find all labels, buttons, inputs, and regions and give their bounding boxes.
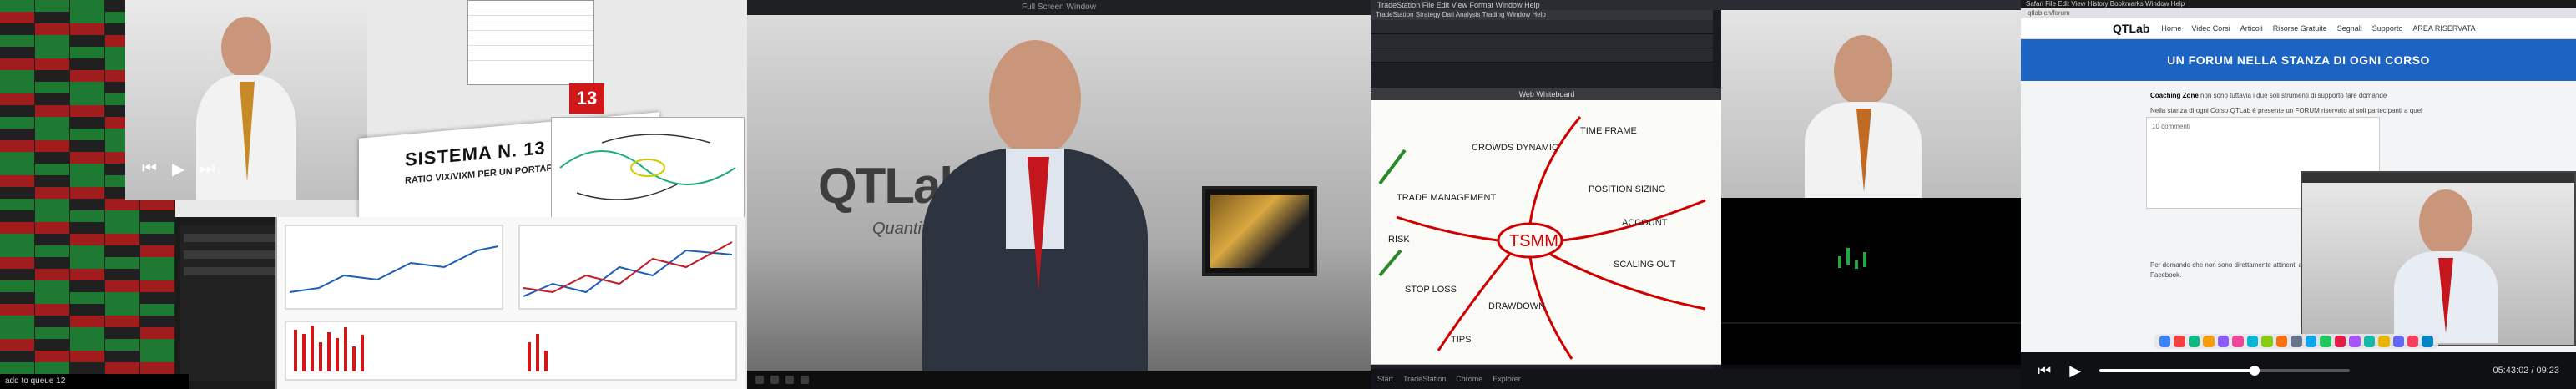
mini-window — [175, 217, 284, 389]
presenter-3-head — [1834, 35, 1892, 107]
branch-label: TIPS — [1451, 335, 1471, 345]
site-header: QTLab Home Video Corsi Articoli Risorse Gra… — [2021, 18, 2576, 39]
main-video-panel[interactable]: Full Screen Window QTLab Quantitative Tr… — [747, 0, 1371, 389]
dock-app-icon[interactable] — [2334, 336, 2346, 347]
dock-app-icon[interactable] — [2305, 336, 2317, 347]
mindmap-drawing: TSMM TIME FRAME CROWDS DYNAMIC TRADE MANAG… — [1378, 116, 1706, 360]
video-player-bar: ⏮ ▶ 05:43:02 / 09:23 — [2021, 352, 2576, 389]
trading-panel: TradeStation File Edit View Format Windo… — [1371, 0, 2021, 389]
taskbar-item[interactable]: Explorer — [1493, 369, 1521, 389]
pip-video[interactable] — [2301, 171, 2576, 346]
windows-taskbar: Start TradeStation Chrome Explorer — [1371, 369, 2021, 389]
taskbar-item[interactable]: Chrome — [1456, 369, 1482, 389]
studio-monitor — [1202, 186, 1317, 276]
center-node: TSMM — [1509, 232, 1558, 250]
whiteboard-title: Web Whiteboard — [1371, 88, 1722, 100]
presenter-head — [221, 17, 271, 78]
dock-app-icon[interactable] — [2291, 336, 2302, 347]
dock-app-icon[interactable] — [2407, 336, 2419, 347]
collage-panel: ⏮ ▶ ⏭ SISTEMA N. 13 RATIO VIX/VIXM PER U… — [0, 0, 747, 389]
studio-room: QTLab Quantitative Trading Lab — [747, 15, 1371, 374]
nav-link[interactable]: Supporto — [2372, 24, 2403, 33]
branch-label: STOP LOSS — [1405, 285, 1457, 295]
dock-app-icon[interactable] — [2378, 336, 2390, 347]
branch-label: TIME FRAME — [1580, 126, 1637, 136]
branch-label: POSITION SIZING — [1589, 184, 1665, 194]
spreadsheet-thumb — [467, 0, 594, 85]
toolbar-row-1 — [1371, 20, 1713, 34]
main-presenter-head — [989, 40, 1081, 157]
video-toolbar — [747, 371, 1371, 389]
volume-icon[interactable] — [770, 376, 779, 384]
timecode: 05:43:02 / 09:23 — [2493, 366, 2559, 376]
dock-app-icon[interactable] — [2275, 336, 2288, 347]
pip-presenter-tie — [2438, 258, 2453, 333]
mac-menubar: TradeStation File Edit View Format Windo… — [1371, 0, 2021, 10]
nav-link[interactable]: Risorse Gratuite — [2273, 24, 2327, 33]
branch-label: ACCOUNT — [1622, 218, 1668, 228]
right-column — [1721, 10, 2021, 369]
dock-app-icon[interactable] — [2320, 336, 2331, 347]
rewind-icon[interactable]: ⏮ — [142, 159, 157, 179]
dock-app-icon[interactable] — [2392, 336, 2404, 347]
branch-label: CROWDS DYNAMIC — [1472, 143, 1558, 153]
nav-link[interactable]: Articoli — [2240, 24, 2263, 33]
toolbar-row-3 — [1371, 48, 1713, 63]
dock-app-icon[interactable] — [2159, 336, 2171, 347]
nav-link[interactable]: Video Corsi — [2191, 24, 2230, 33]
taskbar-item[interactable]: Start — [1377, 369, 1393, 389]
dock-app-icon[interactable] — [2174, 336, 2185, 347]
mindmap-thumb — [551, 117, 745, 219]
dock-app-icon[interactable] — [2422, 336, 2433, 347]
branch-label: TRADE MANAGEMENT — [1397, 193, 1496, 203]
dock-app-icon[interactable] — [2349, 336, 2361, 347]
presenter-3-tie — [1856, 109, 1871, 192]
branch-label: DRAWDOWN — [1488, 301, 1545, 311]
mac-dock — [2154, 334, 2438, 349]
intro-bold: Coaching Zone — [2150, 92, 2199, 99]
taskbar-item[interactable]: TradeStation — [1403, 369, 1446, 389]
top-strip: Safari File Edit View History Bookmarks … — [2021, 0, 2576, 8]
settings-icon[interactable] — [785, 376, 794, 384]
comments-header: 10 commenti — [2152, 123, 2190, 130]
dock-app-icon[interactable] — [2188, 336, 2200, 347]
prev-icon[interactable]: ⏮ — [2038, 362, 2051, 380]
forward-icon[interactable]: ⏭ — [200, 159, 215, 179]
presenter-video-3[interactable] — [1721, 10, 2021, 202]
player-controls: ⏮ ▶ ⏭ — [125, 152, 384, 185]
dock-app-icon[interactable] — [2217, 336, 2230, 347]
mindmap-sketch — [559, 134, 736, 200]
branch-label: RISK — [1388, 235, 1410, 245]
dock-app-icon[interactable] — [2261, 336, 2273, 347]
nav-link[interactable]: Segnali — [2337, 24, 2362, 33]
main-presenter-tie — [1028, 157, 1049, 290]
dock-app-icon[interactable] — [2363, 336, 2376, 347]
whiteboard[interactable]: Web Whiteboard TSMM TIME FRAME CROWDS DYN… — [1371, 88, 1723, 365]
play-icon[interactable] — [755, 376, 764, 384]
play-icon[interactable]: ▶ — [172, 159, 184, 179]
website-panel: Safari File Edit View History Bookmarks … — [2021, 0, 2576, 389]
play-icon[interactable]: ▶ — [2069, 362, 2081, 380]
url-bar[interactable]: qtlab.ch/forum — [2021, 8, 2576, 18]
dock-app-icon[interactable] — [2232, 336, 2244, 347]
window-title: Full Screen Window — [747, 0, 1371, 15]
caption-strip: add to queue 12 — [0, 374, 189, 389]
nav-link[interactable]: AREA RISERVATA — [2412, 24, 2475, 33]
dock-app-icon[interactable] — [2246, 336, 2259, 347]
tradestation-menu[interactable]: TradeStation Strategy Dati Analysis Trad… — [1371, 10, 1713, 20]
toolbar-row-2 — [1371, 34, 1713, 48]
branch-label: SCALING OUT — [1614, 260, 1676, 270]
performance-chart-thumb — [275, 217, 745, 389]
nav-link[interactable]: Home — [2161, 24, 2181, 33]
slide-number-badge: 13 — [569, 83, 604, 114]
price-chart — [1721, 198, 2021, 365]
forum-banner: UN FORUM NELLA STANZA DI OGNI CORSO — [2021, 39, 2576, 81]
pip-presenter-head — [2419, 189, 2472, 256]
progress-bar[interactable] — [2099, 366, 2351, 376]
presenter-video-1[interactable]: ⏮ ▶ ⏭ — [125, 0, 367, 200]
site-logo[interactable]: QTLab — [2113, 22, 2149, 35]
dock-app-icon[interactable] — [2203, 336, 2215, 347]
fullscreen-icon[interactable] — [801, 376, 809, 384]
